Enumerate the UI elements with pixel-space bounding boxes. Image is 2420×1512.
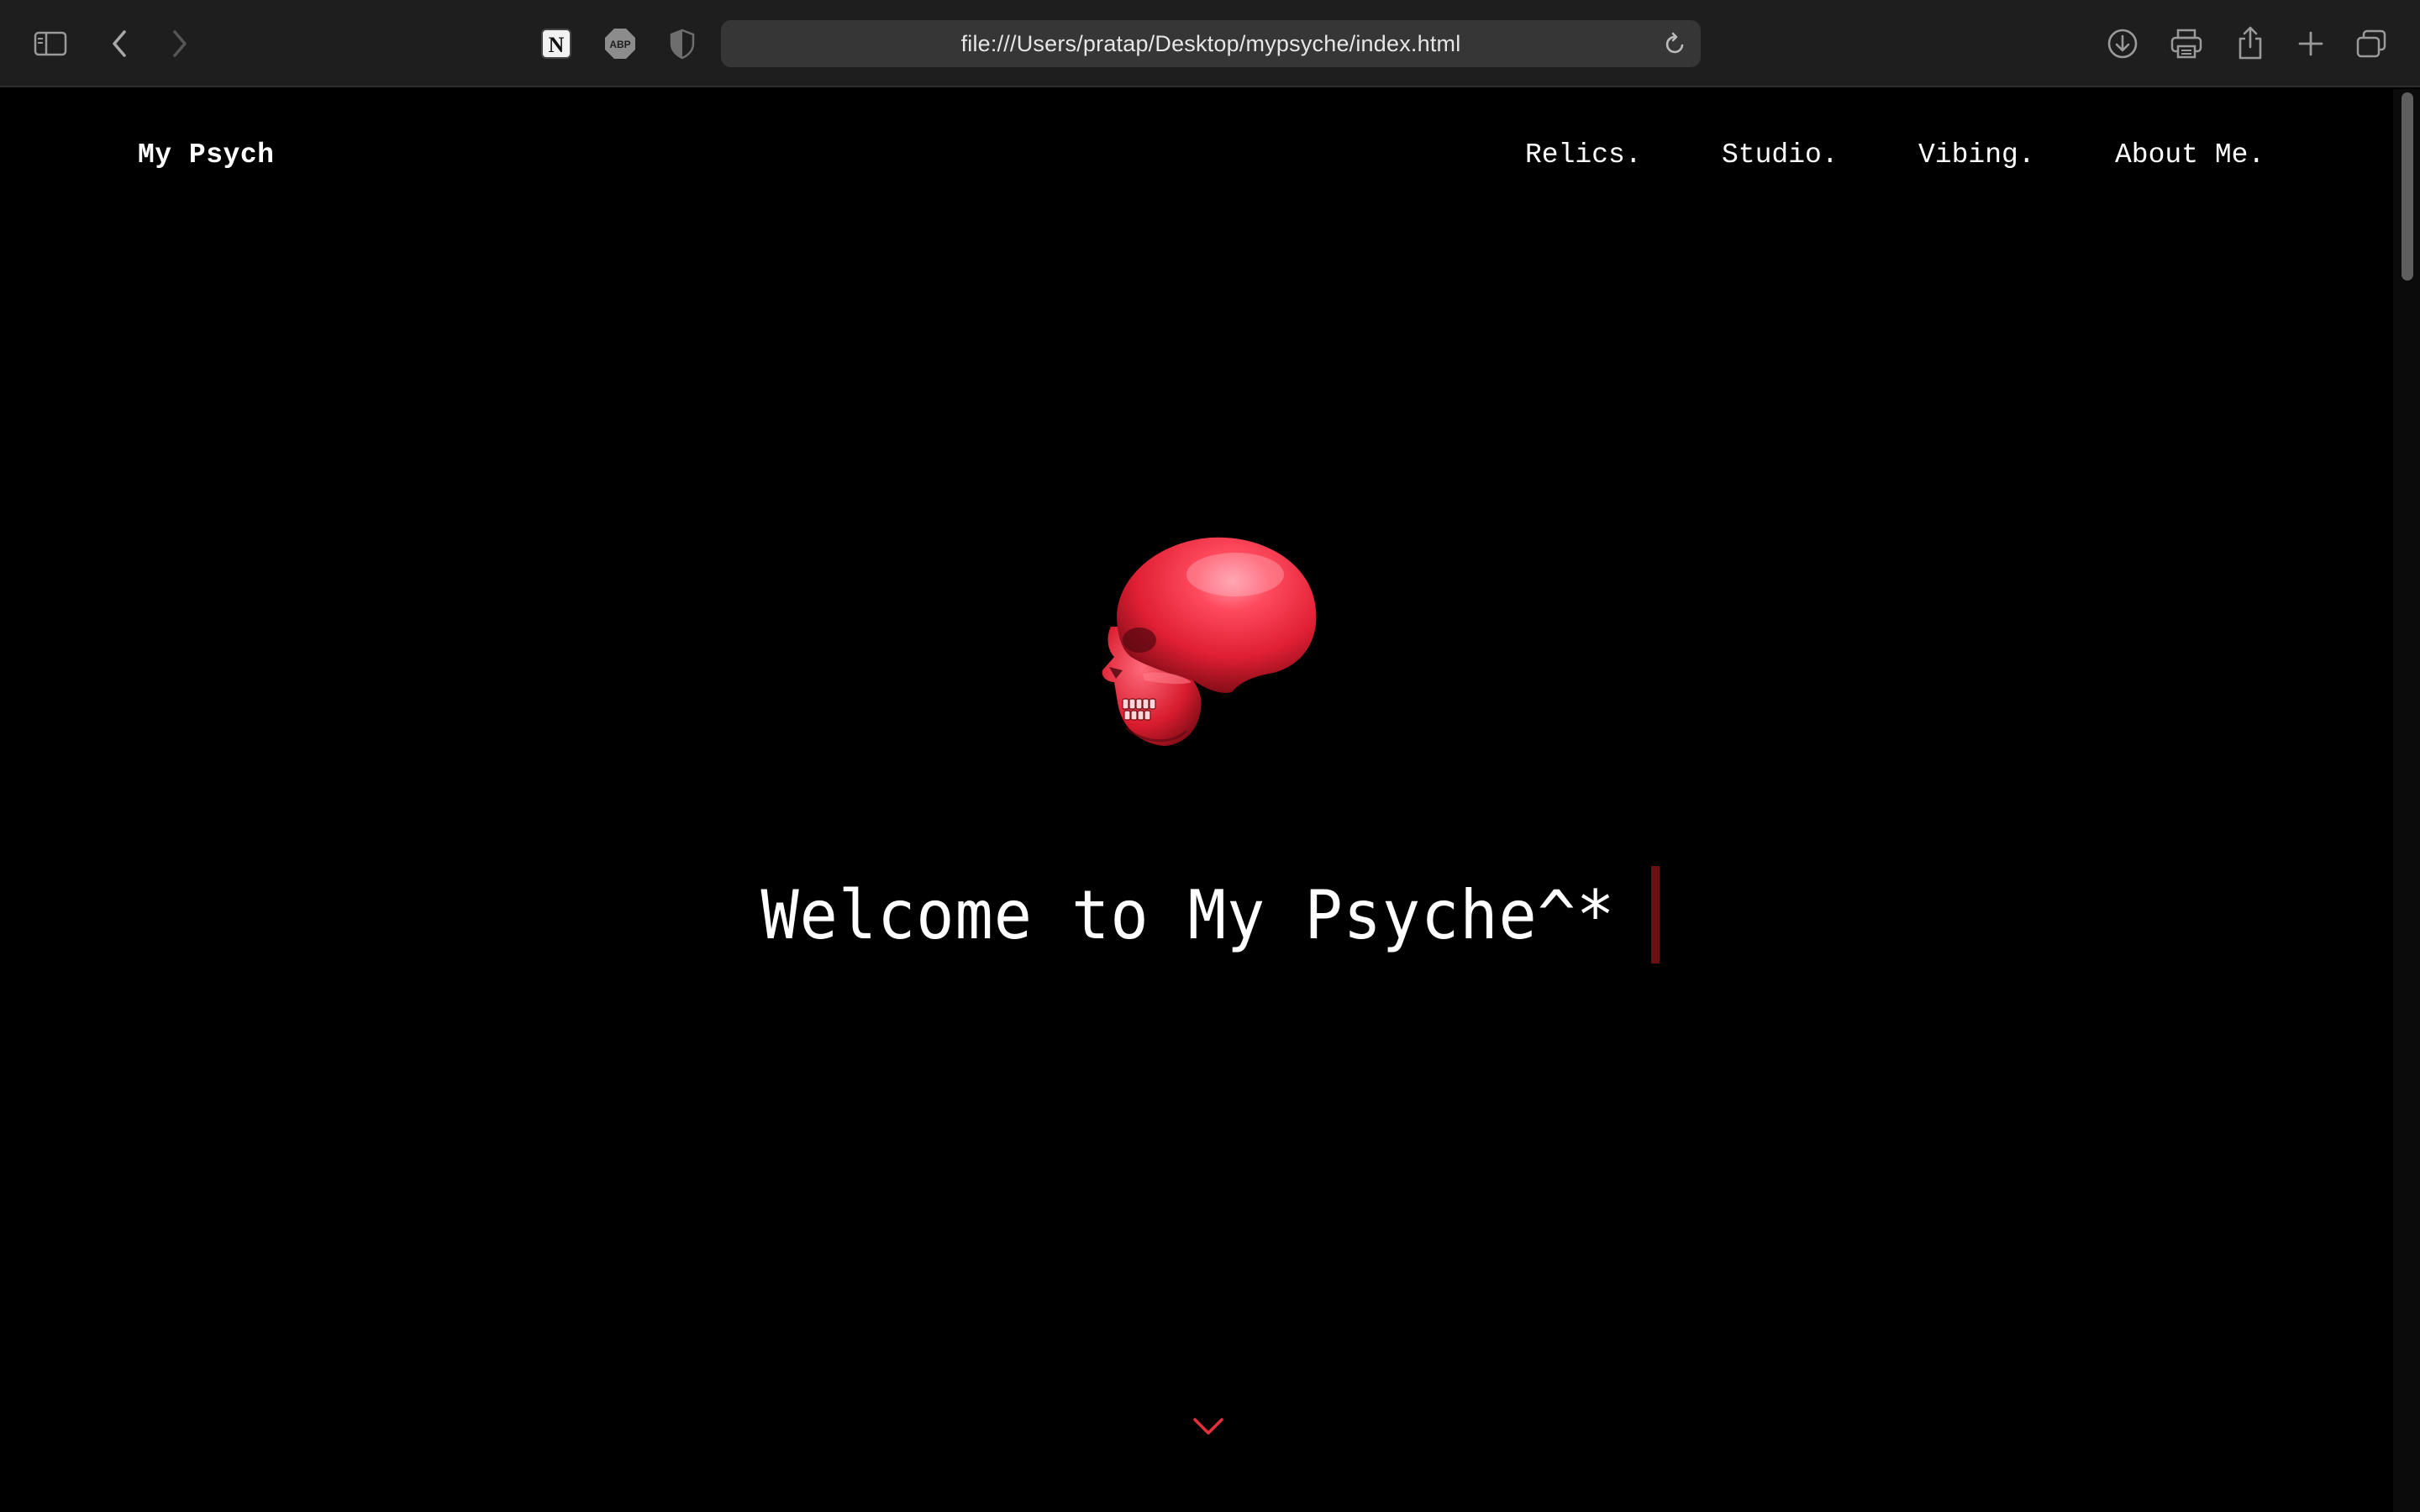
sidebar-icon[interactable] [32,25,69,62]
red-skull-icon [1102,537,1317,746]
adblock-plus-icon[interactable]: ABP [602,25,639,62]
scrollbar-thumb[interactable] [2402,92,2413,281]
reload-icon[interactable] [1659,27,1692,60]
privacy-shield-icon[interactable] [664,25,701,62]
new-tab-icon[interactable] [2292,25,2329,62]
browser-toolbar: N ABP file:///Users/pratap/Desktop/mypsy… [0,0,2420,87]
tab-overview-icon[interactable] [2353,25,2390,62]
share-icon[interactable] [2232,24,2269,62]
hero-heading-container: Welcome to My Psyche^* [0,860,2393,969]
site-logo[interactable]: My Psych [138,139,274,171]
downloads-icon[interactable] [2104,25,2141,62]
forward-icon[interactable] [163,25,197,62]
back-icon[interactable] [103,25,136,62]
chevron-down-icon[interactable] [1192,1410,1225,1443]
typing-caret [1650,866,1660,963]
scrollbar[interactable] [2393,89,2420,1512]
nav-link-vibing[interactable]: Vibing. [1918,139,2035,171]
print-icon[interactable] [2168,25,2205,62]
hero-heading: Welcome to My Psyche^* [760,875,1616,954]
adblock-plus-label: ABP [609,39,630,50]
nav-link-relics[interactable]: Relics. [1525,139,1642,171]
nav-link-about-me[interactable]: About Me. [2115,139,2265,171]
notion-extension-icon[interactable]: N [538,25,575,62]
address-bar[interactable]: file:///Users/pratap/Desktop/mypsyche/in… [721,20,1701,67]
notion-extension-label: N [549,33,565,57]
web-page: My Psych Relics. Studio. Vibing. About M… [0,89,2393,1512]
url-text[interactable]: file:///Users/pratap/Desktop/mypsyche/in… [721,20,1701,67]
nav-link-studio[interactable]: Studio. [1722,139,1839,171]
